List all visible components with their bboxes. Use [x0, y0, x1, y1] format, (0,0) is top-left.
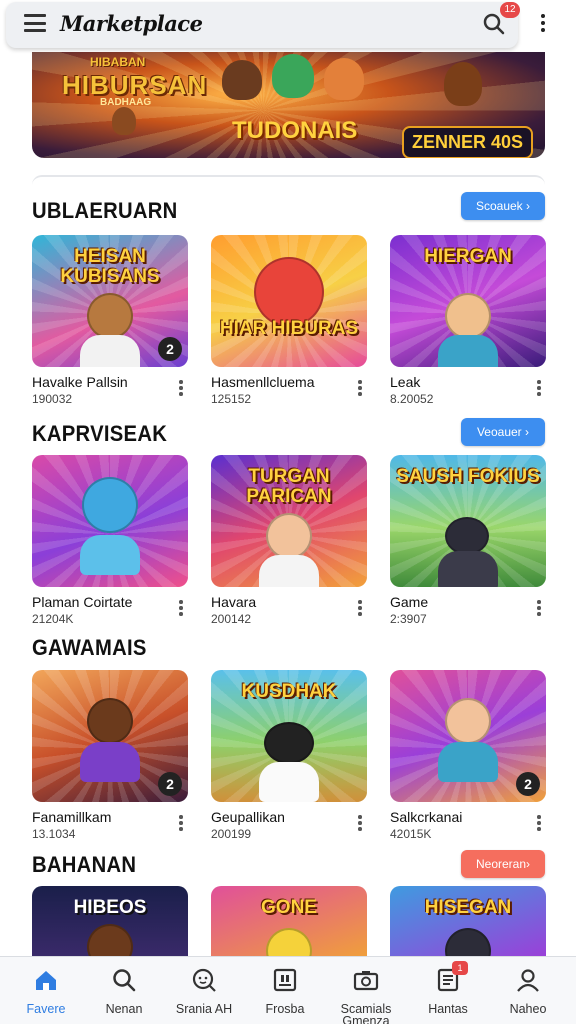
card-more-icon[interactable]	[536, 380, 542, 400]
game-thumbnail[interactable]: KUSDHAK	[211, 670, 367, 802]
thumbnail-art-text: TURGAN PARICAN	[246, 466, 332, 507]
user-icon	[517, 969, 539, 992]
camera-icon	[353, 971, 379, 991]
see-all-button[interactable]: Neoreran›	[461, 850, 545, 878]
thumbnail-art-text: HIERGAN	[424, 246, 512, 267]
nav-item-naheo[interactable]: Naheo	[488, 957, 568, 1024]
game-title: Salkcrkanai	[390, 809, 463, 825]
more-options-icon[interactable]	[538, 14, 548, 36]
nav-label: Srania AH	[175, 1002, 233, 1016]
card-more-icon[interactable]	[178, 600, 184, 620]
game-thumbnail[interactable]	[32, 455, 188, 587]
card-more-icon[interactable]	[357, 600, 363, 620]
game-thumbnail[interactable]: HEISAN KUBISANS 2	[32, 235, 188, 367]
home-icon	[36, 971, 56, 990]
face-search-icon	[192, 968, 216, 992]
game-title: Leak	[390, 374, 421, 390]
app-title: Marketplace	[60, 11, 203, 36]
game-count: 8.20052	[390, 392, 434, 406]
count-badge: 2	[158, 337, 182, 361]
nav-label: Hantas	[428, 1002, 468, 1016]
game-title: Hasmenllcluema	[211, 374, 315, 390]
thumbnail-art-text: KUSDHAK	[241, 681, 337, 702]
nav-item-srania[interactable]: Srania AH	[164, 957, 244, 1024]
hero-subtitle: BADHAAG	[100, 97, 152, 108]
card-more-icon[interactable]	[178, 815, 184, 835]
game-thumbnail[interactable]: HIBEOS	[32, 886, 188, 958]
game-title: Plaman Coirtate	[32, 594, 133, 610]
hero-banner[interactable]: HIBABAN HIBURSAN BADHAAG TUDONAIS ZENNER…	[32, 52, 545, 158]
game-thumbnail[interactable]: HIERGAN	[390, 235, 546, 367]
grid-box-icon	[273, 968, 297, 992]
card-more-icon[interactable]	[536, 600, 542, 620]
bottom-navigation: Favere Nenan Srania AH Frosba Scamials G…	[0, 956, 576, 1024]
game-title: Fanamillkam	[32, 809, 112, 825]
section-title: UBLAERUARN	[32, 198, 178, 223]
hamburger-menu-icon[interactable]	[24, 14, 46, 32]
count-badge: 2	[158, 772, 182, 796]
game-thumbnail[interactable]: TURGAN PARICAN	[211, 455, 367, 587]
game-count: 21204K	[32, 612, 74, 626]
game-count: 13.1034	[32, 827, 76, 841]
notification-badge: 12	[500, 2, 520, 18]
nav-item-frosba[interactable]: Frosba	[245, 957, 325, 1024]
game-thumbnail[interactable]: SAUSH FOKIUS	[390, 455, 546, 587]
thumbnail-art-text: SAUSH FOKIUS	[396, 466, 540, 487]
nav-item-hantas[interactable]: Hantas	[408, 957, 488, 1024]
app-bar: Marketplace 12	[0, 0, 576, 52]
thumbnail-art-text: HIBEOS	[73, 897, 147, 918]
game-count: 42015K	[390, 827, 432, 841]
game-title: Havara	[211, 594, 257, 610]
card-more-icon[interactable]	[357, 815, 363, 835]
card-more-icon[interactable]	[357, 380, 363, 400]
see-all-button[interactable]: Scoauek ›	[461, 192, 545, 220]
thumbnail-art-text: GONE	[261, 897, 317, 918]
nav-label: Naheo	[509, 1002, 547, 1016]
nav-label: Nenan	[105, 1002, 143, 1016]
hero-right-text: ZENNER 40S	[402, 126, 534, 158]
search-icon	[113, 969, 136, 992]
game-thumbnail[interactable]: HISEGAN	[390, 886, 546, 958]
hero-top-text: HIBABAN	[90, 55, 146, 69]
nav-label: Favere	[26, 1002, 66, 1016]
card-more-icon[interactable]	[536, 815, 542, 835]
game-thumbnail[interactable]: 2	[32, 670, 188, 802]
game-thumbnail[interactable]: 2	[390, 670, 546, 802]
thumbnail-art-text: HISEGAN	[424, 897, 512, 918]
carousel-divider	[32, 175, 545, 185]
section-title: GAWAMAIS	[32, 635, 147, 660]
game-title: Game	[390, 594, 429, 610]
nav-notification-badge: 1	[452, 961, 468, 975]
game-count: 190032	[32, 392, 73, 406]
section-title: KAPRVISEAK	[32, 421, 168, 446]
game-count: 200142	[211, 612, 252, 626]
see-all-button[interactable]: Veoauer ›	[461, 418, 545, 446]
thumbnail-art-text: HIAR HIBURAS	[219, 318, 359, 339]
hero-center-text: TUDONAIS	[232, 117, 358, 144]
game-thumbnail[interactable]: HIAR HIBURAS	[211, 235, 367, 367]
thumbnail-art-text: HEISAN KUBISANS	[60, 246, 160, 287]
section-title: BAHANAN	[32, 852, 137, 877]
game-count: 125152	[211, 392, 252, 406]
nav-item-scamials[interactable]: Scamials Gmenza	[326, 957, 406, 1024]
game-thumbnail[interactable]: GONE	[211, 886, 367, 958]
nav-item-favere[interactable]: Favere	[6, 957, 86, 1024]
card-more-icon[interactable]	[178, 380, 184, 400]
count-badge: 2	[516, 772, 540, 796]
nav-label: Frosba	[265, 1002, 305, 1016]
game-title: Geupallikan	[211, 809, 285, 825]
game-count: 2:3907	[390, 612, 427, 626]
game-count: 200199	[211, 827, 252, 841]
nav-label: Scamials Gmenza	[340, 1002, 392, 1024]
nav-item-nenan[interactable]: Nenan	[84, 957, 164, 1024]
game-title: Havalke Pallsin	[32, 374, 128, 390]
